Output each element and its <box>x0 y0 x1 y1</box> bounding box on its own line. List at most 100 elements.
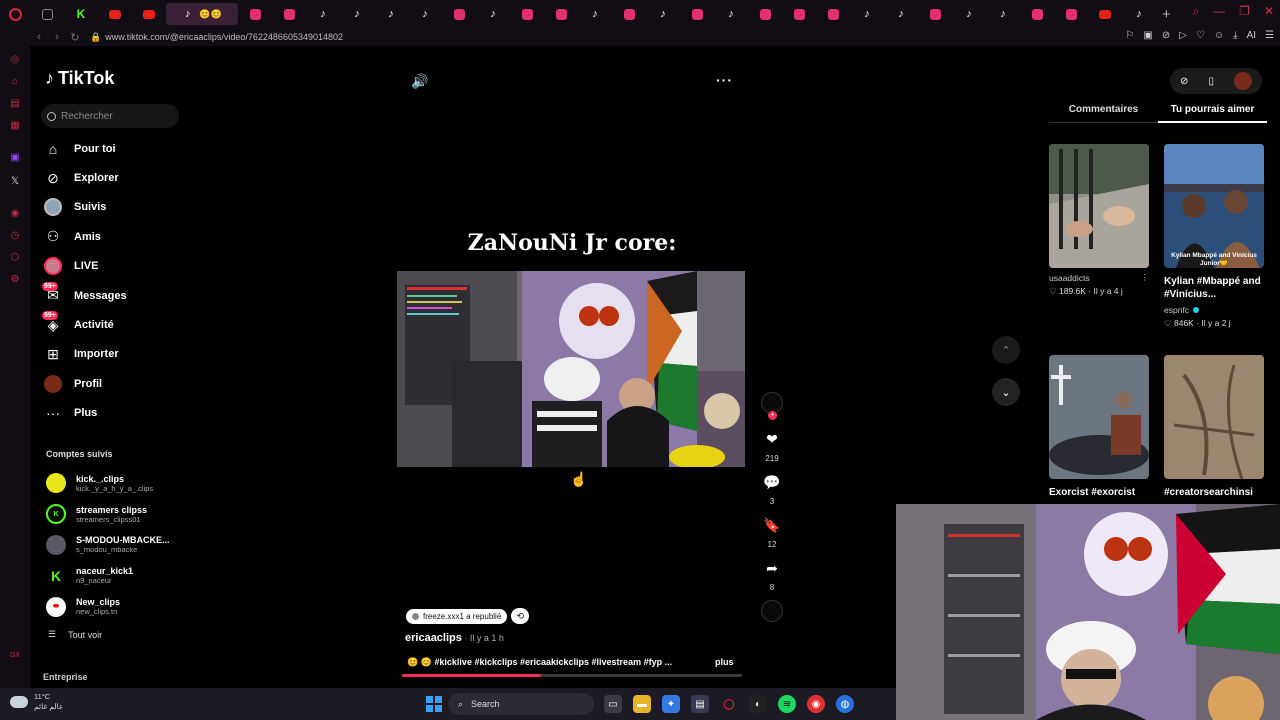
close-window-button[interactable]: ✕ <box>1264 4 1274 19</box>
forward-button[interactable]: › <box>48 31 66 43</box>
opera-taskbar-icon[interactable]: ◯ <box>720 695 738 713</box>
nav-item-amis[interactable]: ⚇ Amis <box>44 222 127 251</box>
browser-tab[interactable] <box>544 3 578 25</box>
user-avatar[interactable] <box>1233 72 1252 90</box>
panel-tab[interactable]: Commentaires <box>1049 104 1158 123</box>
recommended-card[interactable]: Exorcist #exorcist <box>1049 355 1149 499</box>
music-disc-icon[interactable] <box>761 600 783 622</box>
x-icon[interactable]: 𝕏 <box>9 176 21 188</box>
snapshot-icon[interactable]: ▣ <box>1143 30 1152 41</box>
browser-tab[interactable]: K <box>64 3 98 25</box>
card-author[interactable]: espnfc <box>1164 305 1189 315</box>
search-tabs-icon[interactable]: ⌕ <box>1192 4 1199 19</box>
nav-item-live[interactable]: LIVE <box>44 252 127 281</box>
weather-widget[interactable]: 11°C عالم غائم <box>10 692 63 712</box>
video-author[interactable]: ericaaclips · Il y a 1 h <box>405 632 504 644</box>
player-sidebar-icon[interactable]: ◉ <box>9 208 21 220</box>
caption-more-link[interactable]: plus <box>715 657 734 667</box>
copilot-icon[interactable]: ✦ <box>662 695 680 713</box>
ai-sidebar-icon[interactable]: ◎ <box>9 54 21 66</box>
device-icon[interactable]: ▯ <box>1208 76 1214 87</box>
browser-tab[interactable] <box>238 3 272 25</box>
pin-icon[interactable]: ⚐ <box>1125 30 1134 41</box>
author-name[interactable]: ericaaclips <box>405 632 462 644</box>
search-input[interactable] <box>61 110 171 122</box>
card-title[interactable]: #creatorsearchinsi <box>1164 486 1264 499</box>
spotify-icon[interactable]: ≋ <box>778 695 796 713</box>
browser-tab[interactable] <box>442 3 476 25</box>
nav-item-profil[interactable]: Profil <box>44 369 127 398</box>
recommended-card[interactable]: #creatorsearchinsi <box>1164 355 1264 499</box>
heart-icon[interactable]: ♡ <box>1196 30 1205 41</box>
nav-item-pour-toi[interactable]: ⌂ Pour toi <box>44 134 127 163</box>
video-thumbnail[interactable] <box>1049 355 1149 479</box>
browser-tab[interactable]: ♪ <box>1122 3 1156 25</box>
card-more-icon[interactable]: ⋮ <box>1141 272 1150 283</box>
file-explorer-icon[interactable]: ▬ <box>633 695 651 713</box>
next-video-button[interactable]: ⌄ <box>992 378 1020 406</box>
see-all-button[interactable]: ☰ Tout voir <box>48 629 102 640</box>
browser-tab[interactable] <box>1088 3 1122 25</box>
browser-tab[interactable]: ♪ <box>850 3 884 25</box>
followed-account[interactable]: Knaceur_kick1 n9_naceur <box>46 560 170 591</box>
player-icon[interactable]: ▷ <box>1179 30 1187 41</box>
recording-app-icon[interactable]: ◉ <box>807 695 825 713</box>
settings-icon[interactable]: ⚙ <box>9 274 21 286</box>
repost-badge[interactable]: freeze.xxx1 a republié <box>406 608 508 624</box>
card-author[interactable]: usaaddicts <box>1049 273 1090 283</box>
card-title[interactable]: Kylian #Mbappé and #Vinícius... <box>1164 275 1264 301</box>
browser-tab[interactable]: ♪ <box>476 3 510 25</box>
compass-tool-icon[interactable]: ⊘ <box>1180 76 1188 87</box>
task-view-icon[interactable]: ▭ <box>604 695 622 713</box>
taskbar-search[interactable]: ⌕ Search <box>448 693 594 715</box>
share-button[interactable]: ➦ <box>761 557 783 579</box>
recommended-card[interactable]: Kylian Mbappé and Vinícius Junior🤝 Kylia… <box>1164 144 1264 329</box>
browser-tab[interactable]: ♪ 😊😊 <box>166 3 238 25</box>
messenger-icon[interactable]: ▤ <box>9 98 21 110</box>
search-box[interactable] <box>41 104 179 128</box>
browser-tab[interactable]: ♪ <box>884 3 918 25</box>
browser-tab[interactable] <box>132 3 166 25</box>
maximize-button[interactable]: ❐ <box>1239 4 1250 19</box>
chrome-icon[interactable]: ◍ <box>836 695 854 713</box>
browser-tab[interactable] <box>272 3 306 25</box>
new-tab-button[interactable]: + <box>1162 6 1171 23</box>
browser-tab[interactable]: ♪ <box>340 3 374 25</box>
minimize-button[interactable]: — <box>1213 4 1225 19</box>
browser-tab[interactable] <box>816 3 850 25</box>
video-progress-bar[interactable] <box>402 674 742 677</box>
nav-item-explorer[interactable]: ⊘ Explorer <box>44 163 127 192</box>
followed-account[interactable]: ⬬ New_clips new_clips.tn <box>46 591 170 622</box>
browser-tab[interactable]: ♪ <box>646 3 680 25</box>
browser-tab[interactable]: ♪ <box>986 3 1020 25</box>
steam-icon[interactable]: ◐ <box>749 695 767 713</box>
recommended-card[interactable]: usaaddicts ⋮ ♡ 189.6K · Il y a 4 j <box>1049 144 1149 297</box>
ai-icon[interactable]: AI <box>1247 30 1256 41</box>
video-thumbnail[interactable] <box>1049 144 1149 268</box>
nav-item-plus[interactable]: ··· Plus <box>44 399 127 428</box>
opera-logo-icon[interactable] <box>0 0 30 28</box>
followed-account[interactable]: S-MODOU-MBACKE... s_modou_mbacke <box>46 530 170 561</box>
browser-tab[interactable] <box>680 3 714 25</box>
url-field[interactable]: www.tiktok.com/@ericaaclips/video/762248… <box>105 32 343 42</box>
extensions-icon[interactable]: ⬡ <box>9 252 21 264</box>
bookmark-button[interactable]: 🔖 <box>761 514 783 536</box>
panel-tab[interactable]: Tu pourrais aimer <box>1158 104 1267 123</box>
browser-tab[interactable] <box>510 3 544 25</box>
twitch-icon[interactable]: ▣ <box>9 152 21 164</box>
creator-avatar[interactable]: + <box>756 392 788 420</box>
followed-account[interactable]: kick._.clips kick._y_a_h_y_a_.clips <box>46 468 170 499</box>
windows-start-icon[interactable] <box>426 696 442 712</box>
nav-item-importer[interactable]: ⊞ Importer <box>44 340 127 369</box>
browser-tab[interactable]: ♪ <box>408 3 442 25</box>
previous-video-button[interactable]: ⌃ <box>992 336 1020 364</box>
nav-item-suivis[interactable]: Suivis <box>44 193 127 222</box>
enterprise-link[interactable]: Entreprise <box>43 672 88 682</box>
browser-tab[interactable] <box>30 3 64 25</box>
like-button[interactable]: ❤ <box>761 428 783 450</box>
browser-tab[interactable] <box>1054 3 1088 25</box>
account-icon[interactable]: ☺ <box>1214 30 1224 41</box>
reload-button[interactable]: ↻ <box>66 31 84 44</box>
browser-tab[interactable]: ♪ <box>714 3 748 25</box>
browser-tab[interactable] <box>918 3 952 25</box>
